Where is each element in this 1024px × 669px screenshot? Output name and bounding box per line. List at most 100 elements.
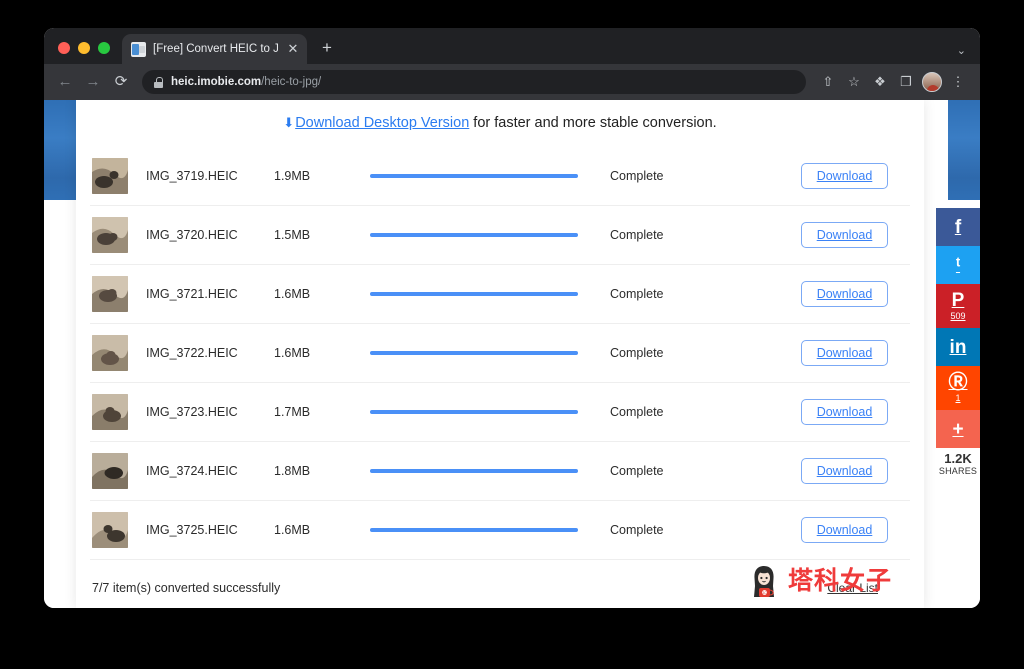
progress-bar	[370, 292, 605, 296]
linkedin-icon: in	[949, 336, 967, 358]
cast-icon[interactable]: ❐	[894, 70, 918, 94]
share-button-twitter[interactable]: ᵗ	[936, 246, 980, 284]
conversion-summary-text: 7/7 item(s) converted successfully	[92, 581, 281, 595]
url-path: /heic-to-jpg/	[261, 76, 322, 88]
download-button[interactable]: Download	[801, 458, 888, 484]
forward-button[interactable]: →	[80, 69, 106, 95]
file-size: 1.7MB	[274, 405, 311, 419]
page-viewport: ⬇ Download Desktop Version for faster an…	[44, 100, 980, 608]
progress-bar	[370, 528, 605, 532]
download-button[interactable]: Download	[801, 399, 888, 425]
profile-avatar-icon[interactable]	[922, 72, 942, 92]
share-button-facebook[interactable]: f	[936, 208, 980, 246]
watermark-text: 塔科女子	[787, 566, 892, 595]
file-size: 1.6MB	[274, 346, 311, 360]
promo-tail-text: for faster and more stable conversion.	[473, 115, 717, 131]
progress-bar-fill	[370, 528, 578, 532]
file-status: Complete	[610, 228, 664, 242]
new-tab-button[interactable]: +	[314, 35, 340, 61]
share-total: 1.2K SHARES	[936, 448, 980, 483]
close-tab-icon[interactable]: ✕	[285, 41, 301, 57]
more-icon: +	[952, 418, 964, 440]
close-window-button[interactable]	[58, 42, 70, 54]
file-thumbnail	[92, 512, 128, 548]
file-thumbnail	[92, 394, 128, 430]
browser-toolbar: ← → ⟳ heic.imobie.com/heic-to-jpg/ ⇧ ☆ ❖…	[44, 64, 980, 100]
facebook-icon: f	[954, 216, 962, 238]
file-row: IMG_3721.HEIC 1.6MB Complete Download	[90, 265, 910, 324]
file-thumbnail	[92, 453, 128, 489]
mascot-icon: 3C	[748, 564, 780, 598]
converter-panel: ⬇ Download Desktop Version for faster an…	[76, 100, 924, 608]
share-count: 509	[950, 310, 966, 321]
file-thumbnail	[92, 158, 128, 194]
share-total-label: SHARES	[938, 465, 978, 476]
file-name: IMG_3722.HEIC	[146, 346, 238, 360]
file-row: IMG_3720.HEIC 1.5MB Complete Download	[90, 206, 910, 265]
page-background-right-band	[948, 100, 980, 200]
file-status: Complete	[610, 464, 664, 478]
browser-tab[interactable]: [Free] Convert HEIC to JPG/PN ✕	[122, 34, 307, 64]
file-thumbnail	[92, 276, 128, 312]
share-button-linkedin[interactable]: in	[936, 328, 980, 366]
share-button-pinterest[interactable]: P 509	[936, 284, 980, 328]
page-background-left-band	[44, 100, 76, 200]
social-share-buttons: f ᵗ P 509 in Ⓡ 1 +	[936, 208, 980, 448]
file-row: IMG_3719.HEIC 1.9MB Complete Download	[90, 147, 910, 206]
lock-icon	[154, 76, 163, 88]
file-list: IMG_3719.HEIC 1.9MB Complete Download IMG_37…	[76, 147, 924, 560]
svg-text:3C: 3C	[762, 591, 767, 595]
twitter-icon: ᵗ	[955, 254, 961, 276]
download-desktop-version-link[interactable]: Download Desktop Version	[295, 115, 469, 131]
url-host: heic.imobie.com	[171, 76, 262, 88]
progress-bar-fill	[370, 351, 578, 355]
pinterest-icon: P	[951, 289, 965, 311]
browser-menu-icon[interactable]: ⋮	[946, 70, 970, 94]
reddit-icon: Ⓡ	[948, 371, 968, 393]
file-status: Complete	[610, 169, 664, 183]
file-name: IMG_3719.HEIC	[146, 169, 238, 183]
progress-bar	[370, 233, 605, 237]
download-button[interactable]: Download	[801, 163, 888, 189]
file-status: Complete	[610, 523, 664, 537]
maximize-window-button[interactable]	[98, 42, 110, 54]
progress-bar	[370, 469, 605, 473]
file-row: IMG_3723.HEIC 1.7MB Complete Download	[90, 383, 910, 442]
file-status: Complete	[610, 287, 664, 301]
address-bar-url: heic.imobie.com/heic-to-jpg/	[171, 76, 321, 88]
progress-bar-fill	[370, 292, 578, 296]
promo-banner: ⬇ Download Desktop Version for faster an…	[76, 100, 924, 147]
file-size: 1.6MB	[274, 287, 311, 301]
file-name: IMG_3720.HEIC	[146, 228, 238, 242]
watermark: 3C 塔科女子	[748, 564, 892, 598]
download-button[interactable]: Download	[801, 222, 888, 248]
chevron-down-icon[interactable]: ⌄	[957, 44, 966, 57]
window-traffic-lights	[44, 42, 122, 64]
reload-button[interactable]: ⟳	[108, 69, 134, 95]
share-button-more[interactable]: +	[936, 410, 980, 448]
progress-bar-fill	[370, 410, 578, 414]
bookmark-star-icon[interactable]: ☆	[842, 70, 866, 94]
file-size: 1.5MB	[274, 228, 311, 242]
download-arrow-icon: ⬇	[283, 115, 295, 130]
share-icon[interactable]: ⇧	[816, 70, 840, 94]
download-button[interactable]: Download	[801, 517, 888, 543]
file-row: IMG_3725.HEIC 1.6MB Complete Download	[90, 501, 910, 560]
tab-title: [Free] Convert HEIC to JPG/PN	[153, 43, 278, 55]
file-status: Complete	[610, 346, 664, 360]
back-button[interactable]: ←	[52, 69, 78, 95]
minimize-window-button[interactable]	[78, 42, 90, 54]
address-bar[interactable]: heic.imobie.com/heic-to-jpg/	[142, 70, 806, 94]
progress-bar	[370, 351, 605, 355]
share-total-count: 1.2K	[944, 451, 972, 466]
tab-strip: [Free] Convert HEIC to JPG/PN ✕ + ⌄	[44, 28, 980, 64]
progress-bar	[370, 410, 605, 414]
file-name: IMG_3724.HEIC	[146, 464, 238, 478]
download-button[interactable]: Download	[801, 281, 888, 307]
file-name: IMG_3723.HEIC	[146, 405, 238, 419]
share-button-reddit[interactable]: Ⓡ 1	[936, 366, 980, 410]
browser-window: [Free] Convert HEIC to JPG/PN ✕ + ⌄ ← → …	[44, 28, 980, 608]
progress-bar-fill	[370, 469, 578, 473]
download-button[interactable]: Download	[801, 340, 888, 366]
extensions-puzzle-icon[interactable]: ❖	[868, 70, 892, 94]
